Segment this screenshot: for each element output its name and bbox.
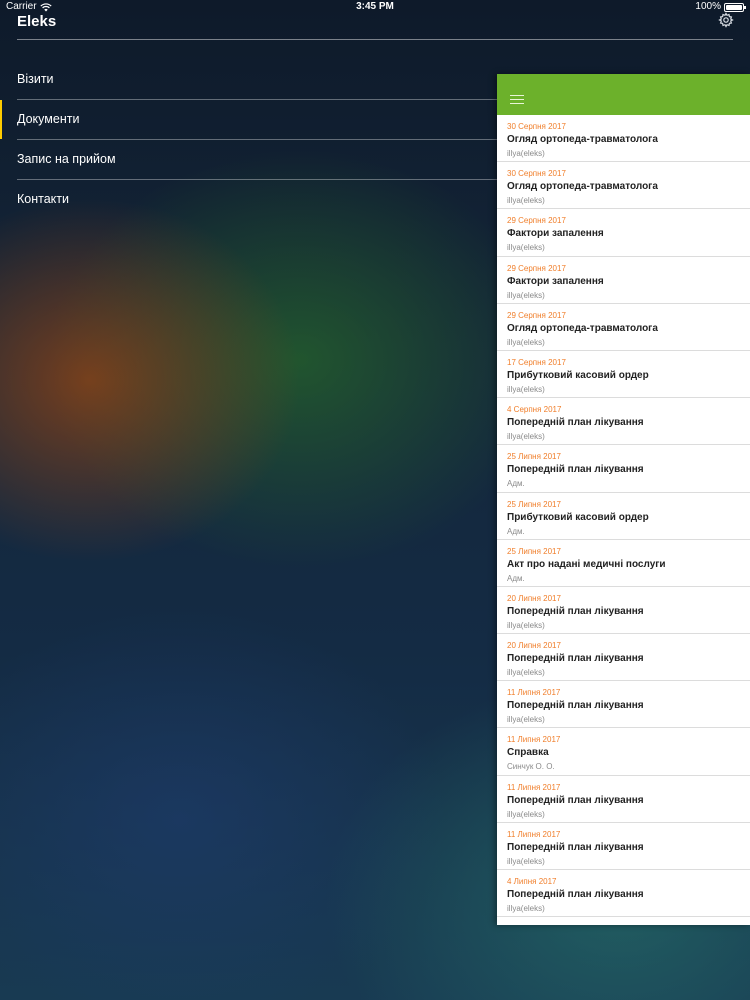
document-author: Адм. xyxy=(507,479,525,489)
document-title: Справка xyxy=(507,747,549,759)
document-date: 20 Липня 2017 xyxy=(507,641,561,651)
document-item[interactable]: 25 Липня 2017 Прибутковий касовий ордер Ад… xyxy=(497,493,750,540)
document-title: Прибутковий касовий ордер xyxy=(507,511,649,523)
document-author: illya(eleks) xyxy=(507,715,545,725)
document-author: illya(eleks) xyxy=(507,243,545,253)
menu-item-appointment[interactable]: Запис на прийом xyxy=(17,140,497,180)
menu-item-label: Запис на прийом xyxy=(17,152,116,166)
document-author: illya(eleks) xyxy=(507,809,545,819)
document-item[interactable]: 11 Липня 2017 Попередній план лікування il… xyxy=(497,823,750,870)
document-author: Адм. xyxy=(507,526,525,536)
document-item[interactable]: 29 Серпня 2017 Огляд ортопеда-травматолог… xyxy=(497,304,750,351)
document-item[interactable]: 20 Липня 2017 Попередній план лікування il… xyxy=(497,587,750,635)
document-author: illya(eleks) xyxy=(507,432,545,442)
document-date: 20 Липня 2017 xyxy=(507,593,561,603)
document-title: Акт про надані медичні послуги xyxy=(507,558,666,570)
document-item[interactable]: 11 Липня 2017 Справка Синчук О. О. xyxy=(497,728,750,776)
document-author: illya(eleks) xyxy=(507,337,545,347)
document-date: 29 Серпня 2017 xyxy=(507,310,566,320)
document-author: illya(eleks) xyxy=(507,904,545,913)
document-date: 11 Липня 2017 xyxy=(507,735,561,745)
document-item[interactable]: 20 Липня 2017 Попередній план лікування il… xyxy=(497,634,750,682)
document-title: Попередній план лікування xyxy=(507,464,644,476)
document-date: 29 Серпня 2017 xyxy=(507,216,566,226)
document-date: 25 Липня 2017 xyxy=(507,546,561,556)
document-title: Попередній план лікування xyxy=(507,794,644,806)
document-item[interactable]: 25 Липня 2017 Попередній план лікування Ад… xyxy=(497,445,750,493)
title-divider xyxy=(17,39,733,40)
document-date: 11 Липня 2017 xyxy=(507,688,561,698)
document-title: Попередній план лікування xyxy=(507,653,644,665)
battery-icon xyxy=(724,2,746,12)
document-date: 25 Липня 2017 xyxy=(507,452,561,462)
document-title: Фактори запалення xyxy=(507,275,604,287)
document-title: Прибутковий касовий ордер xyxy=(507,369,649,381)
document-author: illya(eleks) xyxy=(507,196,545,206)
document-date: 30 Серпня 2017 xyxy=(507,169,566,179)
document-title: Попередній план лікування xyxy=(507,700,644,712)
status-time: 3:45 PM xyxy=(356,1,394,12)
document-item[interactable]: 29 Серпня 2017 Фактори запалення illya(ele… xyxy=(497,257,750,304)
status-bar: Carrier 3:45 PM 100% xyxy=(0,0,750,14)
document-item[interactable]: 30 Серпня 2017 Огляд ортопеда-травматолог… xyxy=(497,115,750,163)
document-title: Попередній план лікування xyxy=(507,417,644,429)
document-item[interactable]: 11 Липня 2017 Попередній план лікування il… xyxy=(497,681,750,729)
document-title: Огляд ортопеда-травматолога xyxy=(507,322,658,334)
document-title: Попередній план лікування xyxy=(507,889,644,900)
menu-item-documents[interactable]: Документи xyxy=(0,100,497,140)
document-date: 25 Липня 2017 xyxy=(507,499,561,509)
document-author: illya(eleks) xyxy=(507,856,545,866)
document-item[interactable]: 29 Серпня 2017 Фактори запалення illya(ele… xyxy=(497,209,750,257)
document-title: Попередній план лікування xyxy=(507,841,644,853)
menu-item-label: Візити xyxy=(17,72,54,86)
document-title: Огляд ортопеда-травматолога xyxy=(507,181,658,193)
document-item[interactable]: 11 Липня 2017 Попередній план лікування il… xyxy=(497,776,750,823)
gear-icon[interactable] xyxy=(718,12,734,28)
menu-item-visits[interactable]: Візити xyxy=(17,60,497,100)
menu-item-contacts[interactable]: Контакти xyxy=(17,180,497,219)
side-menu: Візити Документи Запис на прийом Контакт… xyxy=(0,60,497,219)
document-title: Фактори запалення xyxy=(507,228,604,240)
document-date: 11 Липня 2017 xyxy=(507,829,561,839)
document-date: 4 Серпня 2017 xyxy=(507,405,562,415)
document-author: illya(eleks) xyxy=(507,384,545,394)
hamburger-icon[interactable] xyxy=(510,95,524,105)
document-author: illya(eleks) xyxy=(507,668,545,678)
document-date: 29 Серпня 2017 xyxy=(507,263,566,273)
document-date: 30 Серпня 2017 xyxy=(507,122,566,131)
document-item[interactable]: 25 Липня 2017 Акт про надані медичні посл… xyxy=(497,540,750,587)
document-author: illya(eleks) xyxy=(507,620,545,630)
document-author: illya(eleks) xyxy=(507,290,545,300)
app-title: Eleks xyxy=(17,13,57,30)
document-author: illya(eleks) xyxy=(507,149,545,158)
document-date: 4 Липня 2017 xyxy=(507,877,557,886)
menu-item-label: Документи xyxy=(17,112,80,126)
document-item[interactable]: 4 Липня 2017 Попередній план лікування ill… xyxy=(497,870,750,918)
document-date: 17 Серпня 2017 xyxy=(507,357,566,367)
documents-list: 30 Серпня 2017 Огляд ортопеда-травматолог… xyxy=(497,115,750,918)
document-title: Огляд ортопеда-травматолога xyxy=(507,134,658,145)
document-author: Адм. xyxy=(507,573,525,583)
menu-item-label: Контакти xyxy=(17,192,69,206)
document-item[interactable]: 30 Серпня 2017 Огляд ортопеда-травматолог… xyxy=(497,162,750,210)
documents-panel: 30 Серпня 2017 Огляд ортопеда-травматолог… xyxy=(497,74,750,925)
document-date: 11 Липня 2017 xyxy=(507,782,561,792)
document-item[interactable]: 4 Серпня 2017 Попередній план лікування il… xyxy=(497,398,750,446)
document-author: Синчук О. О. xyxy=(507,762,555,772)
document-item[interactable]: 17 Серпня 2017 Прибутковий касовий ордер i… xyxy=(497,351,750,399)
document-title: Попередній план лікування xyxy=(507,605,644,617)
documents-header xyxy=(497,74,750,115)
